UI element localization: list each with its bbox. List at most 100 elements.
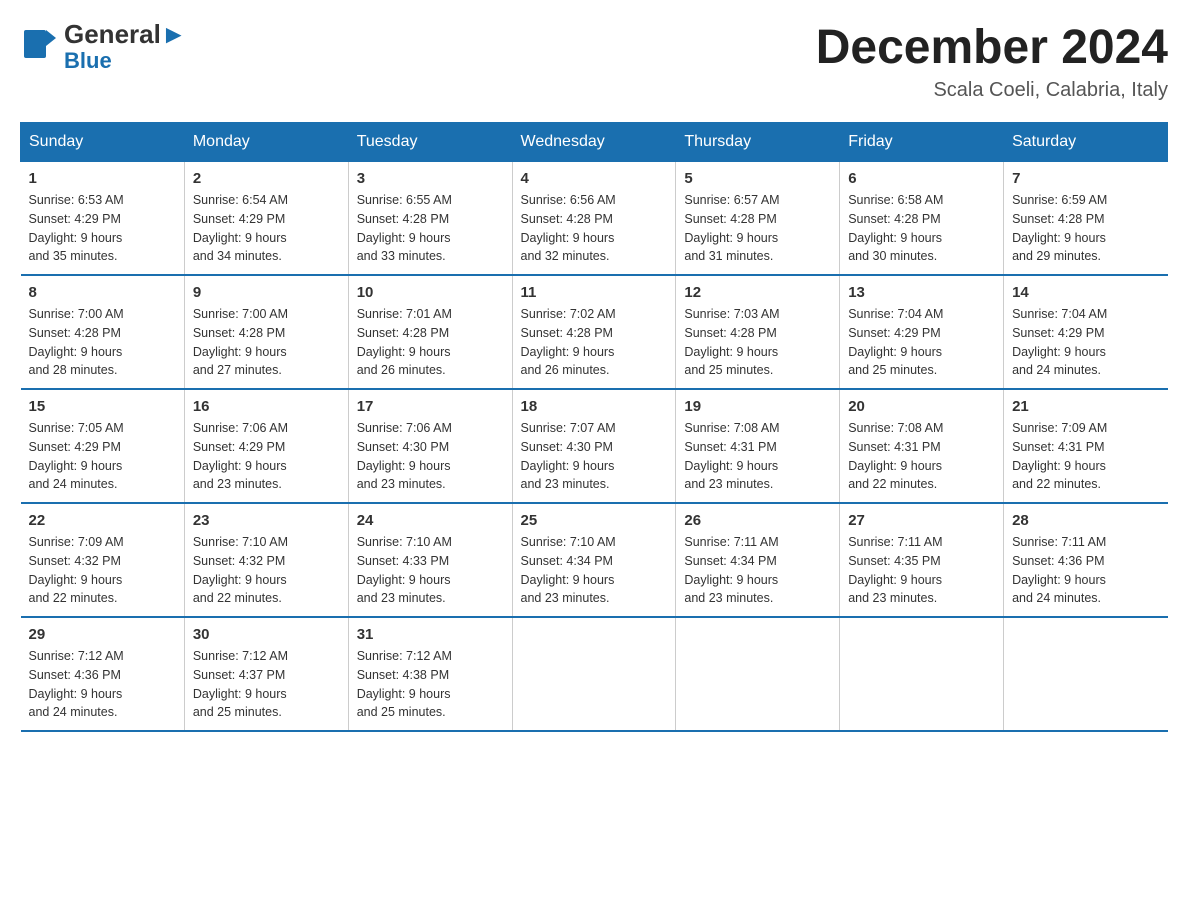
day-info: Sunrise: 7:00 AMSunset: 4:28 PMDaylight:…: [29, 305, 176, 380]
calendar-cell: 23 Sunrise: 7:10 AMSunset: 4:32 PMDayligh…: [184, 503, 348, 617]
calendar-cell: [512, 617, 676, 731]
day-number: 10: [357, 284, 504, 301]
day-info: Sunrise: 7:06 AMSunset: 4:30 PMDaylight:…: [357, 419, 504, 494]
calendar-cell: 7 Sunrise: 6:59 AMSunset: 4:28 PMDaylight…: [1004, 162, 1168, 276]
day-number: 7: [1012, 170, 1159, 187]
day-number: 12: [684, 284, 831, 301]
day-number: 27: [848, 512, 995, 529]
day-number: 31: [357, 626, 504, 643]
day-number: 13: [848, 284, 995, 301]
calendar-cell: 15 Sunrise: 7:05 AMSunset: 4:29 PMDayligh…: [21, 389, 185, 503]
day-number: 23: [193, 512, 340, 529]
calendar-cell: 13Sunrise: 7:04 AMSunset: 4:29 PMDayligh…: [840, 275, 1004, 389]
day-number: 9: [193, 284, 340, 301]
calendar-cell: [840, 617, 1004, 731]
day-number: 26: [684, 512, 831, 529]
calendar-cell: 27 Sunrise: 7:11 AMSunset: 4:35 PMDayligh…: [840, 503, 1004, 617]
day-number: 18: [521, 398, 668, 415]
calendar-week-row: 22 Sunrise: 7:09 AMSunset: 4:32 PMDayligh…: [21, 503, 1168, 617]
calendar-cell: 2 Sunrise: 6:54 AMSunset: 4:29 PMDaylight…: [184, 162, 348, 276]
calendar-cell: 21Sunrise: 7:09 AMSunset: 4:31 PMDayligh…: [1004, 389, 1168, 503]
day-info: Sunrise: 7:12 AMSunset: 4:38 PMDaylight:…: [357, 647, 504, 722]
calendar-cell: 9 Sunrise: 7:00 AMSunset: 4:28 PMDaylight…: [184, 275, 348, 389]
calendar-cell: 31 Sunrise: 7:12 AMSunset: 4:38 PMDayligh…: [348, 617, 512, 731]
day-info: Sunrise: 7:02 AMSunset: 4:28 PMDaylight:…: [521, 305, 668, 380]
calendar-cell: 22 Sunrise: 7:09 AMSunset: 4:32 PMDayligh…: [21, 503, 185, 617]
calendar-cell: 30 Sunrise: 7:12 AMSunset: 4:37 PMDayligh…: [184, 617, 348, 731]
day-info: Sunrise: 7:10 AMSunset: 4:34 PMDaylight:…: [521, 533, 668, 608]
day-info: Sunrise: 7:10 AMSunset: 4:33 PMDaylight:…: [357, 533, 504, 608]
day-number: 17: [357, 398, 504, 415]
day-number: 6: [848, 170, 995, 187]
day-info: Sunrise: 7:09 AMSunset: 4:32 PMDaylight:…: [29, 533, 176, 608]
calendar-cell: 4Sunrise: 6:56 AMSunset: 4:28 PMDaylight…: [512, 162, 676, 276]
calendar-cell: 20 Sunrise: 7:08 AMSunset: 4:31 PMDayligh…: [840, 389, 1004, 503]
month-title: December 2024: [816, 20, 1168, 75]
calendar-week-row: 29Sunrise: 7:12 AMSunset: 4:36 PMDayligh…: [21, 617, 1168, 731]
column-header-monday: Monday: [184, 123, 348, 162]
calendar-cell: [676, 617, 840, 731]
day-info: Sunrise: 7:10 AMSunset: 4:32 PMDaylight:…: [193, 533, 340, 608]
calendar-cell: 18 Sunrise: 7:07 AMSunset: 4:30 PMDayligh…: [512, 389, 676, 503]
day-info: Sunrise: 7:11 AMSunset: 4:36 PMDaylight:…: [1012, 533, 1159, 608]
logo: General► Blue: [20, 20, 187, 73]
day-number: 24: [357, 512, 504, 529]
day-info: Sunrise: 6:57 AMSunset: 4:28 PMDaylight:…: [684, 191, 831, 266]
day-number: 29: [29, 626, 176, 643]
calendar-week-row: 1 Sunrise: 6:53 AMSunset: 4:29 PMDaylight…: [21, 162, 1168, 276]
day-number: 28: [1012, 512, 1159, 529]
calendar-cell: 26 Sunrise: 7:11 AMSunset: 4:34 PMDayligh…: [676, 503, 840, 617]
day-number: 15: [29, 398, 176, 415]
day-number: 2: [193, 170, 340, 187]
day-number: 30: [193, 626, 340, 643]
day-info: Sunrise: 7:03 AMSunset: 4:28 PMDaylight:…: [684, 305, 831, 380]
day-info: Sunrise: 7:12 AMSunset: 4:37 PMDaylight:…: [193, 647, 340, 722]
day-info: Sunrise: 7:11 AMSunset: 4:34 PMDaylight:…: [684, 533, 831, 608]
day-info: Sunrise: 6:56 AMSunset: 4:28 PMDaylight:…: [521, 191, 668, 266]
column-header-thursday: Thursday: [676, 123, 840, 162]
day-info: Sunrise: 7:01 AMSunset: 4:28 PMDaylight:…: [357, 305, 504, 380]
page-header: General► Blue December 2024 Scala Coeli,…: [20, 20, 1168, 102]
column-header-friday: Friday: [840, 123, 1004, 162]
title-section: December 2024 Scala Coeli, Calabria, Ita…: [816, 20, 1168, 102]
calendar-cell: 8 Sunrise: 7:00 AMSunset: 4:28 PMDaylight…: [21, 275, 185, 389]
calendar-cell: 11 Sunrise: 7:02 AMSunset: 4:28 PMDayligh…: [512, 275, 676, 389]
day-info: Sunrise: 7:06 AMSunset: 4:29 PMDaylight:…: [193, 419, 340, 494]
day-info: Sunrise: 7:08 AMSunset: 4:31 PMDaylight:…: [848, 419, 995, 494]
column-header-tuesday: Tuesday: [348, 123, 512, 162]
calendar-cell: 1 Sunrise: 6:53 AMSunset: 4:29 PMDaylight…: [21, 162, 185, 276]
location: Scala Coeli, Calabria, Italy: [816, 79, 1168, 102]
calendar-cell: 16 Sunrise: 7:06 AMSunset: 4:29 PMDayligh…: [184, 389, 348, 503]
column-header-sunday: Sunday: [21, 123, 185, 162]
calendar-cell: 28 Sunrise: 7:11 AMSunset: 4:36 PMDayligh…: [1004, 503, 1168, 617]
day-number: 25: [521, 512, 668, 529]
day-info: Sunrise: 7:07 AMSunset: 4:30 PMDaylight:…: [521, 419, 668, 494]
day-number: 19: [684, 398, 831, 415]
day-info: Sunrise: 6:54 AMSunset: 4:29 PMDaylight:…: [193, 191, 340, 266]
day-info: Sunrise: 7:04 AMSunset: 4:29 PMDaylight:…: [1012, 305, 1159, 380]
calendar-header-row: SundayMondayTuesdayWednesdayThursdayFrid…: [21, 123, 1168, 162]
calendar-cell: 5Sunrise: 6:57 AMSunset: 4:28 PMDaylight…: [676, 162, 840, 276]
calendar-cell: 3Sunrise: 6:55 AMSunset: 4:28 PMDaylight…: [348, 162, 512, 276]
day-info: Sunrise: 7:05 AMSunset: 4:29 PMDaylight:…: [29, 419, 176, 494]
day-info: Sunrise: 7:09 AMSunset: 4:31 PMDaylight:…: [1012, 419, 1159, 494]
day-number: 3: [357, 170, 504, 187]
calendar-cell: [1004, 617, 1168, 731]
column-header-saturday: Saturday: [1004, 123, 1168, 162]
calendar-cell: 6 Sunrise: 6:58 AMSunset: 4:28 PMDaylight…: [840, 162, 1004, 276]
day-info: Sunrise: 6:53 AMSunset: 4:29 PMDaylight:…: [29, 191, 176, 266]
day-number: 8: [29, 284, 176, 301]
day-info: Sunrise: 6:59 AMSunset: 4:28 PMDaylight:…: [1012, 191, 1159, 266]
day-number: 16: [193, 398, 340, 415]
calendar-cell: 14Sunrise: 7:04 AMSunset: 4:29 PMDayligh…: [1004, 275, 1168, 389]
day-info: Sunrise: 6:58 AMSunset: 4:28 PMDaylight:…: [848, 191, 995, 266]
day-number: 22: [29, 512, 176, 529]
calendar-cell: 17 Sunrise: 7:06 AMSunset: 4:30 PMDayligh…: [348, 389, 512, 503]
day-info: Sunrise: 7:11 AMSunset: 4:35 PMDaylight:…: [848, 533, 995, 608]
day-number: 20: [848, 398, 995, 415]
day-number: 1: [29, 170, 176, 187]
calendar-week-row: 15 Sunrise: 7:05 AMSunset: 4:29 PMDayligh…: [21, 389, 1168, 503]
day-number: 11: [521, 284, 668, 301]
column-header-wednesday: Wednesday: [512, 123, 676, 162]
day-info: Sunrise: 7:00 AMSunset: 4:28 PMDaylight:…: [193, 305, 340, 380]
